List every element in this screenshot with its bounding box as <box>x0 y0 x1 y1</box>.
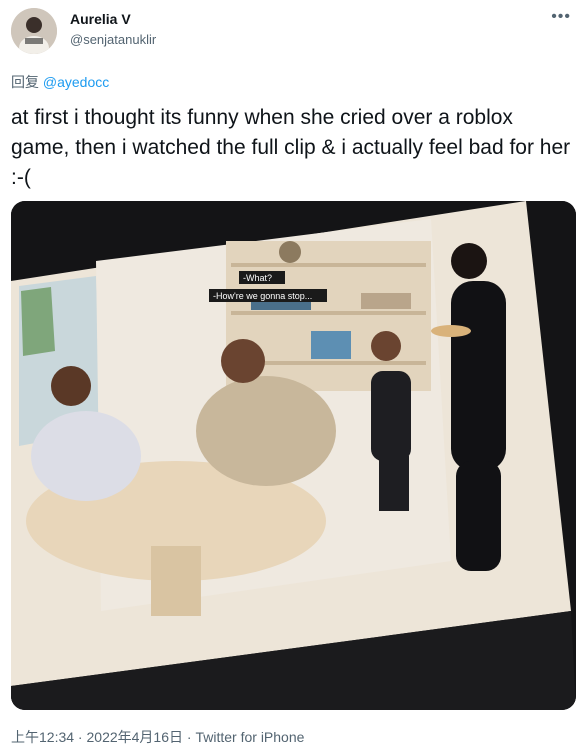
meta-separator: · <box>74 729 87 745</box>
more-horizontal-icon[interactable]: ••• <box>551 8 571 26</box>
avatar-image <box>11 8 57 54</box>
avatar[interactable] <box>11 8 57 54</box>
video-frame: -What? -How're we gonna stop... <box>11 201 576 710</box>
author-handle[interactable]: @senjatanuklir <box>70 32 156 47</box>
tweet-source[interactable]: Twitter for iPhone <box>195 729 304 745</box>
reply-mention-link[interactable]: @ayedocc <box>43 74 109 90</box>
tweet-date[interactable]: 2022年4月16日 <box>87 729 184 745</box>
tweet-meta: 上午12:34 · 2022年4月16日 · Twitter for iPhon… <box>11 727 304 747</box>
reply-context: 回复 @ayedocc <box>11 72 109 92</box>
reply-prefix: 回复 <box>11 74 39 90</box>
subtitle-line-2: -How're we gonna stop... <box>213 291 312 301</box>
tweet-time[interactable]: 上午12:34 <box>11 729 74 745</box>
meta-separator: · <box>183 729 196 745</box>
tweet-media[interactable]: -What? -How're we gonna stop... <box>11 201 576 710</box>
subtitle-line-1: -What? <box>243 273 272 283</box>
tweet-text: at first i thought its funny when she cr… <box>11 106 571 189</box>
author-name[interactable]: Aurelia V <box>70 11 131 27</box>
